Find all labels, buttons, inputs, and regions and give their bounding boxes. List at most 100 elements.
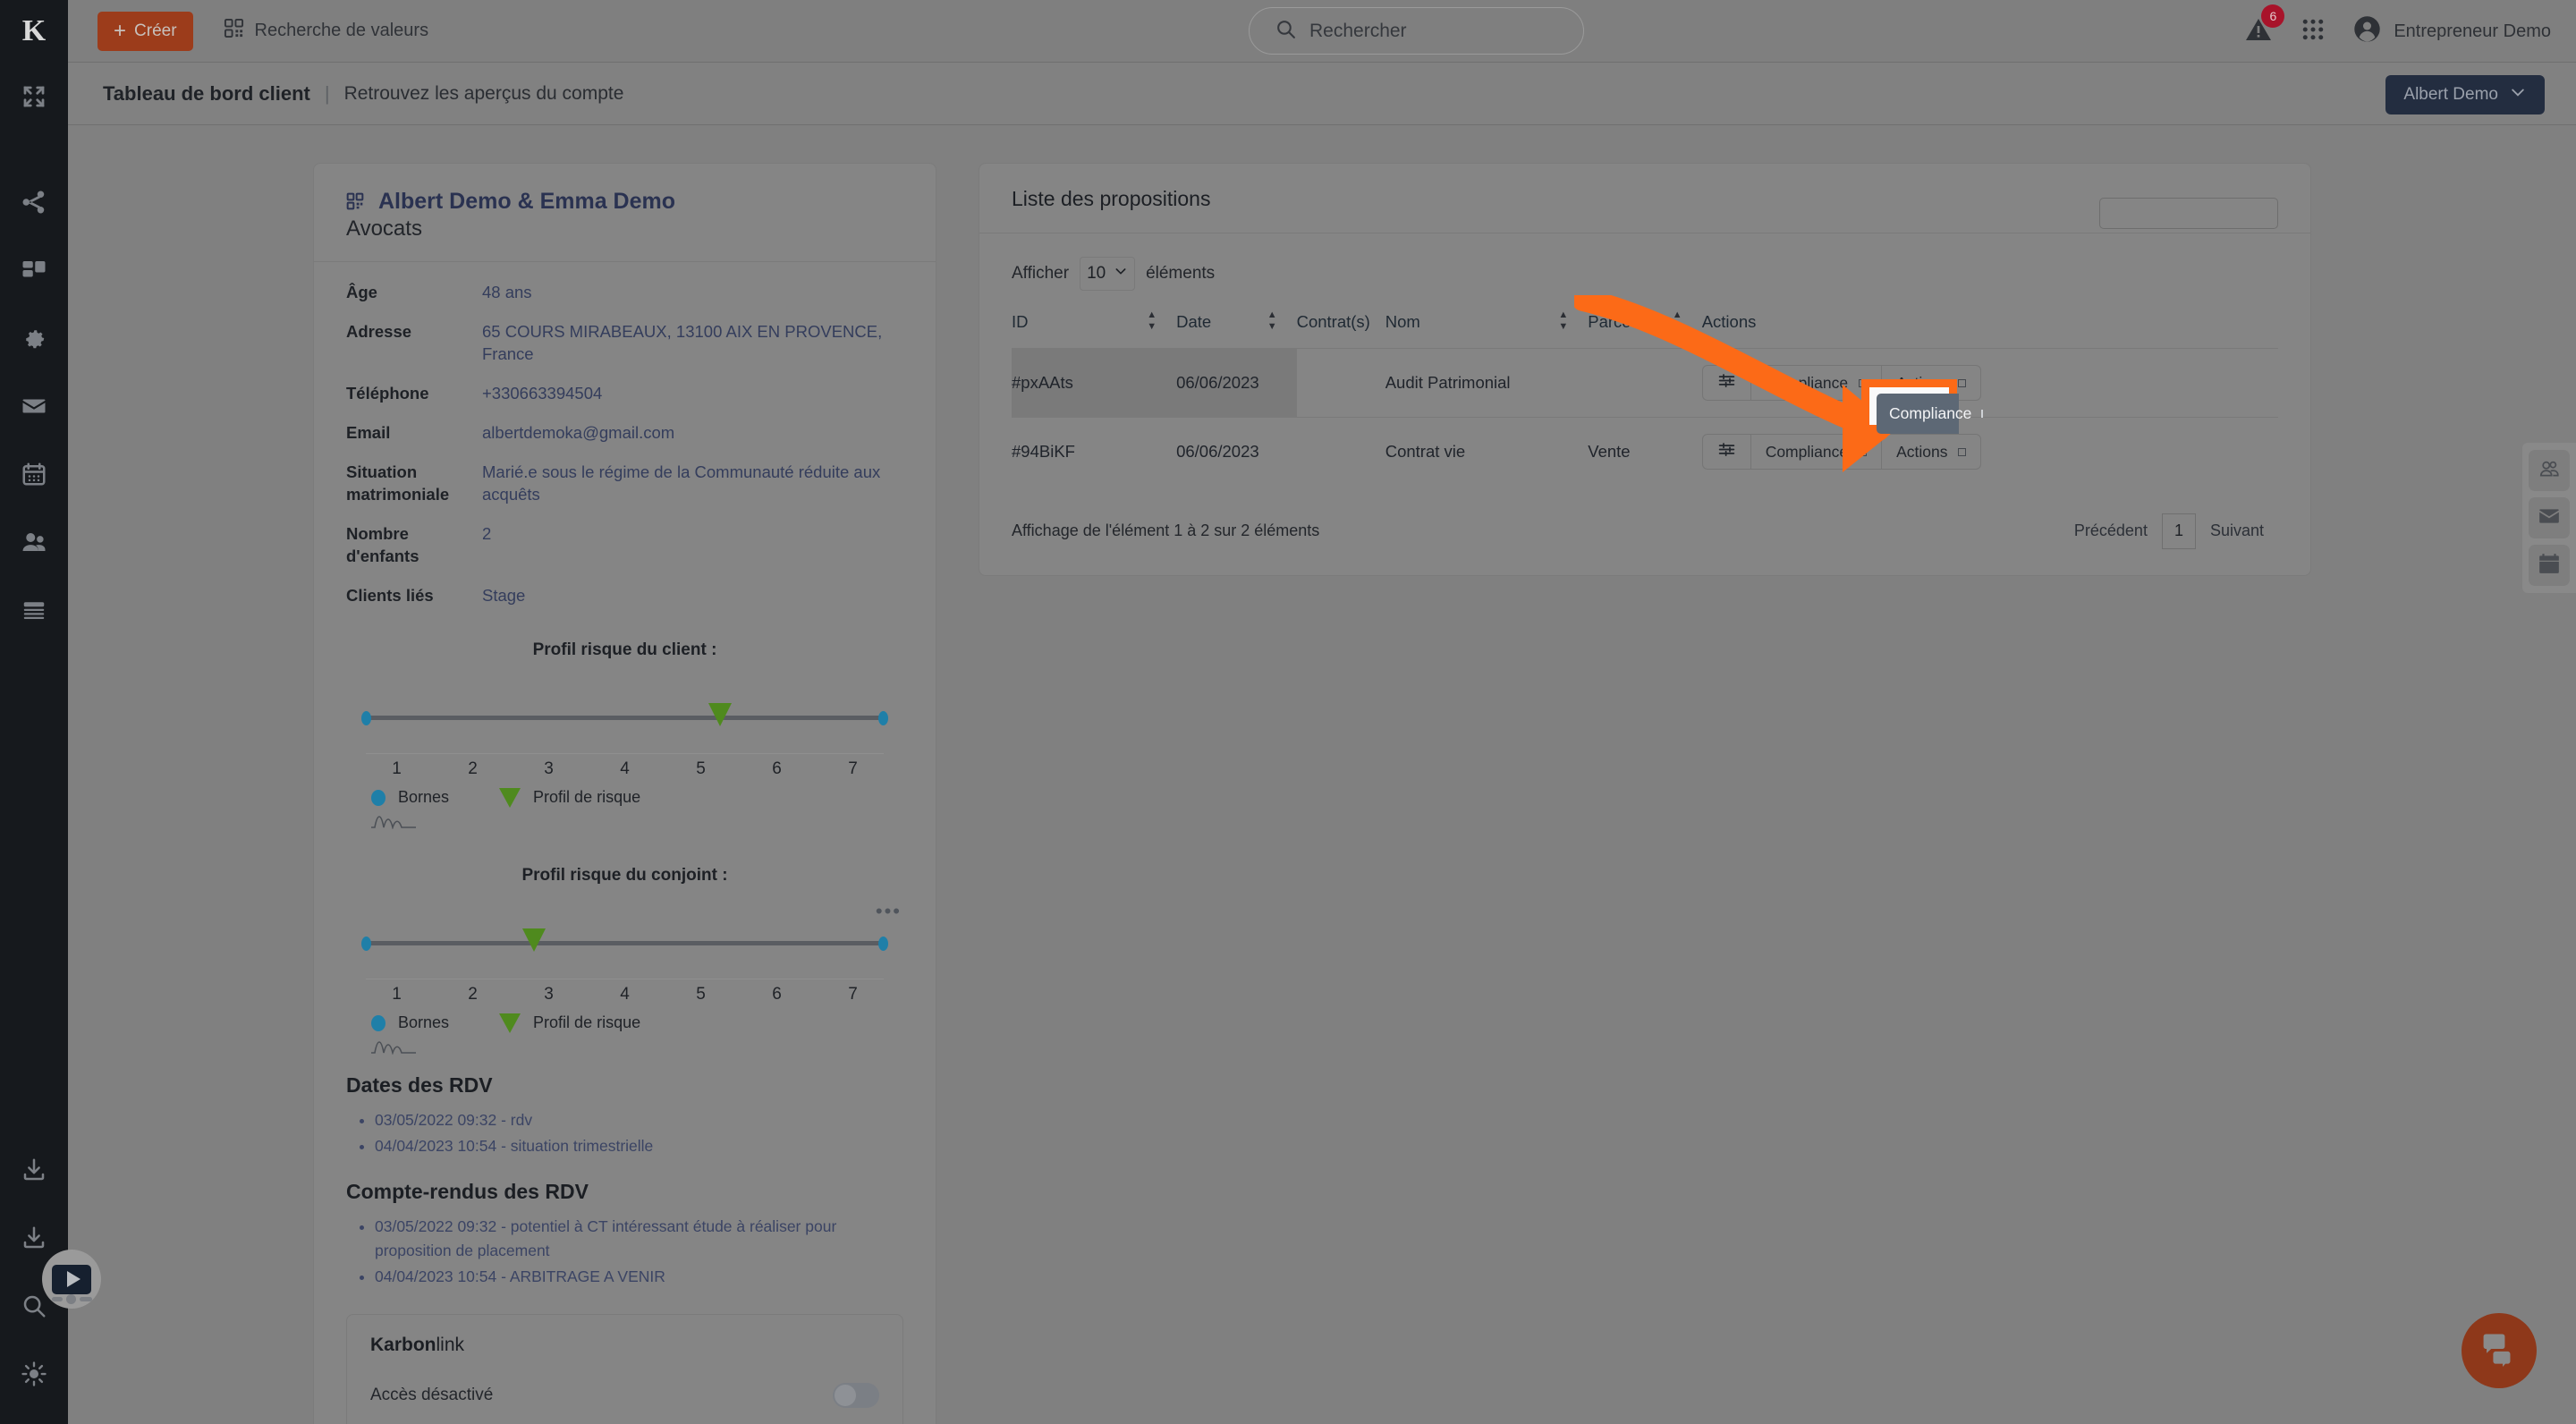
detail-label: Téléphone <box>346 383 429 403</box>
create-button[interactable]: + Créer <box>97 11 193 51</box>
tick-label: 3 <box>544 759 554 778</box>
slider-upper-bound <box>878 710 888 725</box>
rail-item-share[interactable] <box>0 168 68 236</box>
tick-label: 2 <box>468 984 478 1004</box>
global-search[interactable]: Rechercher <box>1249 7 1584 55</box>
apps-grid-button[interactable] <box>2300 16 2326 47</box>
rail-item-settings[interactable] <box>0 304 68 372</box>
highlighted-compliance-button[interactable]: Compliance <box>1877 394 1984 434</box>
tick-label: 1 <box>392 984 402 1004</box>
cell-id: #94BiKF <box>1012 417 1177 487</box>
column-label: Contrat(s) <box>1296 312 1370 331</box>
rail-item-download[interactable] <box>0 1136 68 1204</box>
detail-row-address: Adresse 65 COURS MIRABEAUX, 13100 AIX EN… <box>346 321 903 366</box>
risk-profile-client: Profil risque du client : 1 2 3 4 5 6 7 <box>314 633 936 834</box>
app-root: K + Créer Recherche de valeurs Recherche… <box>0 0 2576 1424</box>
pagination-page-1[interactable]: 1 <box>2161 513 2196 549</box>
page-size-value: 10 <box>1087 264 1106 283</box>
client-details-list: Âge 48 ans Adresse 65 COURS MIRABEAUX, 1… <box>314 262 936 633</box>
detail-row-marital: Situation matrimoniale Marié.e sous le r… <box>346 462 903 506</box>
slider-upper-bound <box>878 936 888 951</box>
rail-item-calendar[interactable] <box>0 440 68 508</box>
account-switch-button[interactable]: Albert Demo <box>2385 75 2545 114</box>
page-title: Tableau de bord client <box>103 81 310 105</box>
square-icon <box>1981 410 1984 418</box>
detail-value: Marié.e sous le régime de la Communauté … <box>482 462 881 504</box>
client-profession: Avocats <box>346 216 422 241</box>
dock-calendar-button[interactable] <box>2529 545 2570 586</box>
karbonlink-title-bold: Karbon <box>370 1335 436 1356</box>
alerts-badge: 6 <box>2261 4 2285 28</box>
risk-spouse-legend: Bornes Profil de risque <box>371 1013 903 1033</box>
apps-grid-icon <box>2300 19 2326 47</box>
tick-label: 3 <box>544 984 554 1004</box>
detail-label: Nombre d'enfants <box>346 523 419 565</box>
legend-bounds-icon <box>371 1014 386 1031</box>
cell-date: 06/06/2023 <box>1176 417 1297 487</box>
tick-label: 5 <box>696 759 706 778</box>
chat-support-button[interactable] <box>2462 1313 2537 1388</box>
rail-item-mail[interactable] <box>0 372 68 440</box>
rail-item-dashboard[interactable] <box>0 236 68 304</box>
list-item: 04/04/2023 10:54 - ARBITRAGE A VENIR <box>375 1265 903 1289</box>
karbonlink-access-toggle[interactable] <box>833 1383 879 1409</box>
top-bar-right: 6 Entrepreneur Demo <box>2244 0 2551 63</box>
detail-value: 65 COURS MIRABEAUX, 13100 AIX EN PROVENC… <box>482 321 883 363</box>
list-item: 04/04/2023 10:54 - situation trimestriel… <box>375 1134 903 1158</box>
tick-label: 6 <box>772 984 782 1004</box>
karbonlink-access-label: Accès désactivé <box>370 1386 494 1405</box>
dock-contacts-button[interactable] <box>2529 450 2570 491</box>
page-subtitle: Retrouvez les aperçus du compte <box>343 82 624 104</box>
breadcrumb-separator: | <box>324 81 330 105</box>
rail-item-expand[interactable] <box>0 63 68 131</box>
rdv-dates-title: Dates des RDV <box>346 1072 493 1097</box>
pagination-next[interactable]: Suivant <box>2196 521 2278 540</box>
detail-label: Âge <box>346 283 377 301</box>
qr-grid-icon <box>224 18 244 44</box>
tick-label: 1 <box>392 759 402 778</box>
column-header-nom[interactable]: Nom ▲ ▼ <box>1385 310 1589 349</box>
cell-nom: Audit Patrimonial <box>1385 348 1589 418</box>
rail-item-list[interactable] <box>0 576 68 644</box>
alerts-button[interactable]: 6 <box>2244 4 2285 48</box>
values-search-link[interactable]: Recherche de valeurs <box>224 18 428 44</box>
detail-label: Situation matrimoniale <box>346 462 450 504</box>
column-header-date[interactable]: Date ▲ ▼ <box>1176 310 1297 349</box>
column-header-contrats[interactable]: Contrat(s) <box>1297 312 1385 349</box>
list-item: 03/05/2022 09:32 - rdv <box>375 1108 903 1132</box>
dock-mail-button[interactable] <box>2529 497 2570 538</box>
karbonlink-title-rest: link <box>436 1335 465 1356</box>
user-name: Entrepreneur Demo <box>2394 21 2551 41</box>
risk-client-marker <box>708 702 732 726</box>
table-filter-input[interactable] <box>2099 198 2278 229</box>
cell-id: #pxAAts <box>1012 348 1177 418</box>
risk-spouse-track[interactable] <box>361 928 888 955</box>
cell-contrats <box>1296 417 1385 487</box>
page-size-select[interactable]: 10 <box>1080 257 1136 291</box>
column-header-id[interactable]: ID ▲ ▼ <box>1012 310 1176 349</box>
table-controls: Afficher 10 éléments <box>979 198 2310 291</box>
video-tutorial-widget[interactable] <box>42 1250 101 1309</box>
detail-value: 48 ans <box>482 283 532 301</box>
cell-date: 06/06/2023 <box>1176 348 1297 418</box>
calendar-icon <box>21 461 47 487</box>
risk-client-legend: Bornes Profil de risque <box>371 787 903 808</box>
tick-label: 5 <box>696 984 706 1004</box>
column-label: ID <box>1012 312 1029 331</box>
risk-client-title: Profil risque du client : <box>532 640 717 659</box>
gear-icon <box>21 325 47 352</box>
risk-spouse-more-menu[interactable]: ••• <box>876 900 902 923</box>
user-menu[interactable]: Entrepreneur Demo <box>2353 15 2551 47</box>
slider-track <box>366 940 884 945</box>
karbonlink-title: Karbonlink <box>370 1335 879 1356</box>
rdv-reports-list: 03/05/2022 09:32 - potentiel à CT intére… <box>314 1215 936 1289</box>
risk-client-track[interactable] <box>361 702 888 730</box>
rail-item-brightness[interactable] <box>0 1340 68 1408</box>
tick-label: 4 <box>620 759 630 778</box>
detail-row-linked-clients: Clients liés Stage <box>346 585 903 607</box>
client-name: Albert Demo & Emma Demo <box>378 189 676 214</box>
rail-item-users[interactable] <box>0 508 68 576</box>
legend-bounds-label: Bornes <box>398 1013 450 1032</box>
share-icon <box>21 189 47 216</box>
avatar <box>2353 15 2381 47</box>
